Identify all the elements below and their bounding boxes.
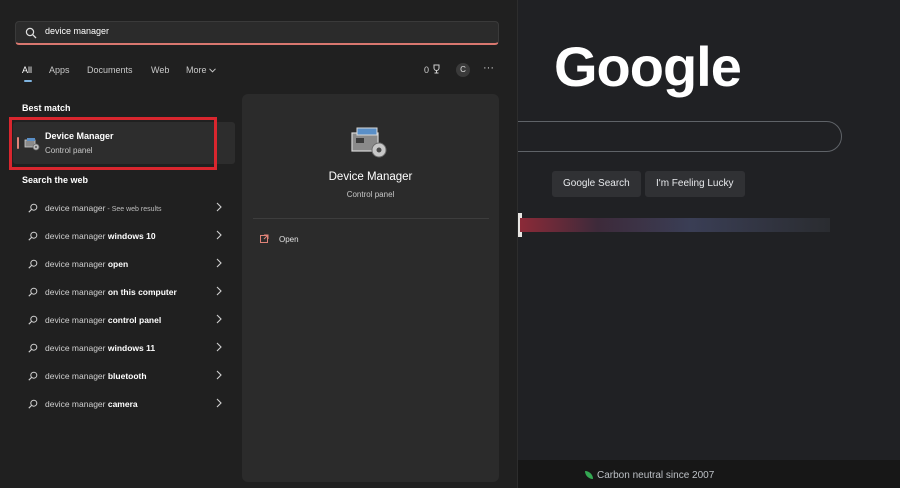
google-search-input[interactable]: [500, 121, 842, 152]
web-result-item[interactable]: device manager control panel: [22, 308, 232, 330]
web-result-item[interactable]: device manager - See web results: [22, 196, 232, 218]
web-result-item[interactable]: device manager windows 11: [22, 336, 232, 358]
carbon-neutral-label: Carbon neutral since 2007: [597, 470, 715, 481]
google-logo: Google: [554, 35, 742, 98]
tab-documents[interactable]: Documents: [87, 65, 133, 75]
highlight-box: [9, 117, 217, 170]
device-manager-large-icon: [351, 127, 387, 158]
search-icon: [28, 343, 38, 353]
chevron-right-icon: [216, 202, 222, 212]
more-options-button[interactable]: ···: [483, 62, 494, 74]
web-result-label: device manager control panel: [45, 315, 161, 325]
web-result-bold: on this computer: [107, 287, 177, 297]
web-result-bold: bluetooth: [107, 371, 147, 381]
search-icon: [28, 287, 38, 297]
detail-title: Device Manager: [328, 171, 413, 183]
tab-all[interactable]: All: [22, 65, 32, 75]
detail-divider: [253, 218, 489, 219]
search-input[interactable]: [43, 25, 487, 37]
open-label: Open: [279, 235, 299, 244]
carbon-neutral-text[interactable]: Carbon neutral since 2007: [585, 470, 714, 481]
search-icon: [28, 203, 38, 213]
rewards-count: 0: [424, 65, 430, 75]
user-avatar[interactable]: C: [456, 63, 470, 77]
web-result-label: device manager on this computer: [45, 287, 177, 297]
rewards-points[interactable]: 0: [424, 64, 441, 75]
web-result-item[interactable]: device manager windows 10: [22, 224, 232, 246]
web-result-label: device manager windows 10: [45, 231, 156, 241]
web-result-prefix: device manager: [45, 399, 108, 409]
chevron-right-icon: [216, 314, 222, 324]
web-result-label: device manager windows 11: [45, 343, 155, 353]
tab-more[interactable]: More: [186, 65, 216, 75]
chevron-right-icon: [216, 370, 222, 380]
search-bar[interactable]: [15, 21, 499, 45]
search-flyout: All Apps Documents Web More 0 C ··· Best…: [0, 0, 518, 488]
leaf-icon: [585, 471, 593, 480]
web-result-item[interactable]: device manager bluetooth: [22, 364, 232, 386]
web-result-suffix: - See web results: [105, 206, 162, 213]
chevron-right-icon: [216, 342, 222, 352]
web-result-prefix: device manager: [45, 343, 108, 353]
search-icon: [28, 315, 38, 325]
google-search-button[interactable]: Google Search: [552, 171, 641, 197]
web-result-prefix: device manager: [45, 231, 108, 241]
web-result-item[interactable]: device manager open: [22, 252, 232, 274]
open-action[interactable]: Open: [256, 232, 376, 246]
web-result-label: device manager open: [45, 259, 128, 269]
web-result-bold: control panel: [107, 315, 162, 325]
web-result-prefix: device manager: [45, 259, 108, 269]
search-icon: [28, 259, 38, 269]
feeling-lucky-button[interactable]: I'm Feeling Lucky: [645, 171, 745, 197]
search-icon: [28, 399, 38, 409]
web-result-bold: camera: [107, 399, 138, 409]
open-icon: [260, 234, 269, 243]
search-web-heading: Search the web: [22, 175, 89, 185]
web-result-bold: windows 11: [107, 343, 156, 353]
tab-web[interactable]: Web: [151, 65, 169, 75]
detail-subtitle: Control panel: [346, 190, 395, 199]
web-result-prefix: device manager: [45, 315, 108, 325]
web-result-item[interactable]: device manager camera: [22, 392, 232, 414]
tab-apps[interactable]: Apps: [49, 65, 70, 75]
doodle-bar: [520, 218, 830, 232]
web-result-item[interactable]: device manager on this computer: [22, 280, 232, 302]
web-result-label: device manager bluetooth: [45, 371, 147, 381]
web-result-bold: open: [107, 259, 129, 269]
trophy-icon: [433, 64, 440, 74]
chevron-right-icon: [216, 230, 222, 240]
search-icon: [28, 231, 38, 241]
chevron-down-icon: [209, 68, 216, 73]
search-icon: [28, 371, 38, 381]
web-result-prefix: device manager: [45, 371, 108, 381]
web-result-label: device manager - See web results: [45, 203, 162, 213]
active-tab-indicator: [24, 80, 32, 82]
chevron-right-icon: [216, 398, 222, 408]
best-match-heading: Best match: [22, 103, 71, 113]
chevron-right-icon: [216, 258, 222, 268]
search-icon: [25, 27, 37, 39]
chevron-right-icon: [216, 286, 222, 296]
web-result-prefix: device manager: [45, 203, 106, 213]
web-result-prefix: device manager: [45, 287, 108, 297]
web-result-bold: windows 10: [107, 231, 156, 241]
tab-more-label: More: [186, 65, 207, 75]
web-result-label: device manager camera: [45, 399, 138, 409]
